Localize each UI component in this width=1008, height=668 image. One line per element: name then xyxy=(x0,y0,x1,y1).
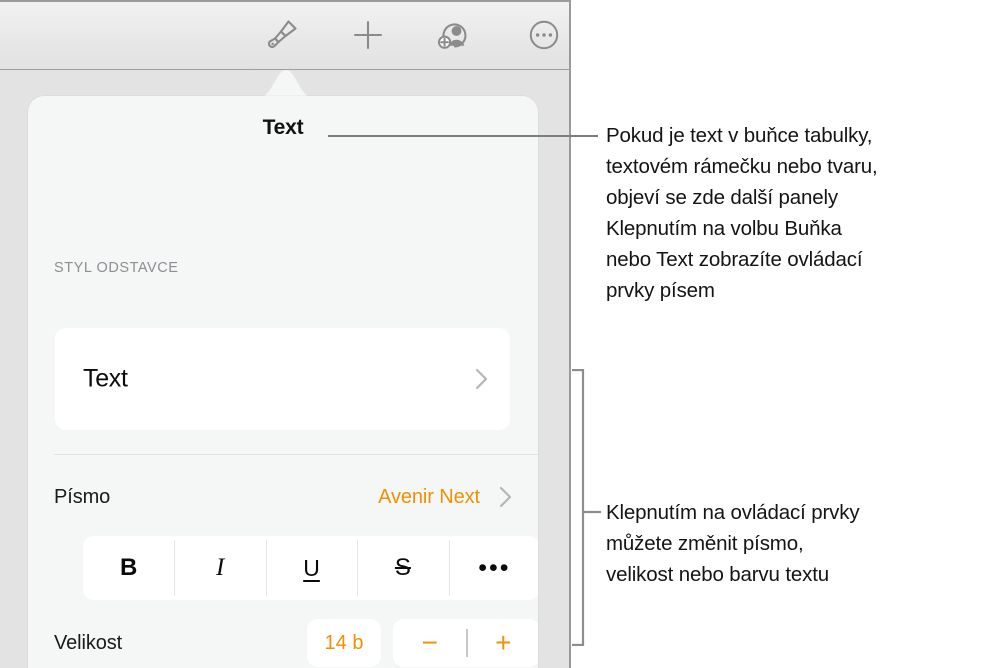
size-value-field[interactable]: 14 b xyxy=(307,619,381,667)
size-increase-button[interactable]: + xyxy=(467,619,539,667)
add-person-icon xyxy=(435,16,473,59)
text-format-popover: Text STYL ODSTAVCE Text Písmo Avenir Nex… xyxy=(28,96,538,668)
bold-button[interactable]: B xyxy=(83,536,174,600)
paragraph-style-picker[interactable]: Text xyxy=(55,328,510,430)
paintbrush-icon xyxy=(263,16,301,59)
strikethrough-button[interactable]: S xyxy=(357,536,448,600)
plus-icon xyxy=(350,17,386,58)
font-row-value[interactable]: Avenir Next xyxy=(378,476,480,518)
callout-leader-line-1 xyxy=(328,135,598,137)
font-row-label: Písmo xyxy=(54,486,111,508)
more-format-button[interactable]: ••• xyxy=(448,536,538,600)
panel-header: Text xyxy=(28,96,538,160)
ellipsis-icon: ••• xyxy=(478,554,511,582)
underline-glyph: U xyxy=(303,554,320,581)
size-row-label: Velikost xyxy=(54,632,123,654)
chevron-right-icon xyxy=(475,368,488,390)
size-row: Velikost 14 b − + xyxy=(28,618,538,668)
more-button[interactable] xyxy=(516,10,572,64)
callout-text-1: Pokud je text v buňce tabulky, textovém … xyxy=(606,124,878,302)
strikethrough-glyph: S xyxy=(394,554,411,581)
italic-button[interactable]: I xyxy=(174,536,265,600)
screenshot-root: Text STYL ODSTAVCE Text Písmo Avenir Nex… xyxy=(0,0,1008,668)
italic-glyph: I xyxy=(215,554,225,581)
panel-title: Text xyxy=(262,116,304,139)
callout-bracket-2 xyxy=(570,368,602,647)
chevron-right-icon[interactable] xyxy=(499,486,512,508)
size-stepper: − + xyxy=(393,619,538,667)
underline-button[interactable]: U xyxy=(265,536,357,600)
font-row[interactable]: Písmo Avenir Next xyxy=(28,476,538,518)
separator-above-font xyxy=(54,454,538,455)
popover-arrow xyxy=(258,70,314,98)
collaborate-button[interactable] xyxy=(426,10,482,64)
callout-text-2: Klepnutím na ovládací prvky můžete změni… xyxy=(606,501,860,586)
format-brush-button[interactable] xyxy=(254,10,310,64)
size-decrease-button[interactable]: − xyxy=(393,619,467,667)
text-style-button-group: B I U S ••• xyxy=(83,536,538,600)
paragraph-style-section-label: STYL ODSTAVCE xyxy=(54,260,179,276)
toolbar xyxy=(0,0,569,70)
insert-button[interactable] xyxy=(340,10,396,64)
ellipsis-circle-icon xyxy=(526,17,562,58)
paragraph-style-value: Text xyxy=(83,364,128,393)
bold-glyph: B xyxy=(120,554,138,581)
app-window: Text STYL ODSTAVCE Text Písmo Avenir Nex… xyxy=(0,0,571,668)
